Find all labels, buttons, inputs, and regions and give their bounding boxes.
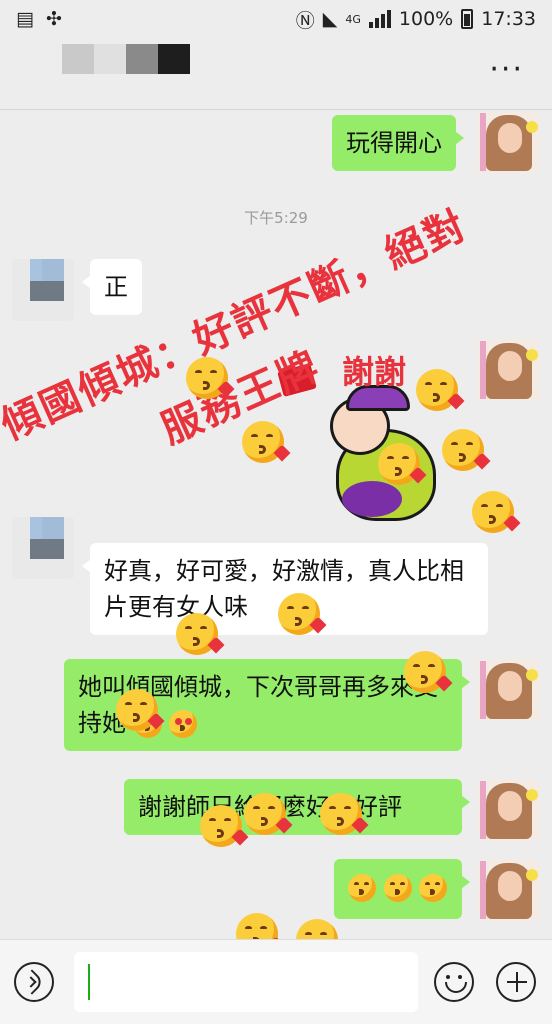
emoji-icon[interactable] [434, 962, 474, 1002]
more-options-icon[interactable]: ··· [489, 55, 524, 85]
my-avatar[interactable] [478, 779, 540, 841]
kissing-heart-emoji-icon [378, 443, 427, 485]
kissing-heart-emoji-icon [296, 919, 338, 939]
battery-icon [461, 9, 474, 29]
pinwheel-icon: ✣ [45, 8, 62, 30]
text-caret [88, 964, 90, 1000]
kissing-face-icon [348, 874, 376, 902]
message-bubble-incoming[interactable]: 正 [82, 259, 142, 315]
my-avatar[interactable] [478, 339, 540, 401]
status-right: Ⓝ ◣ 4G 100% 17:33 [296, 6, 536, 33]
clock: 17:33 [481, 8, 536, 30]
status-left: ▤ ✣ [16, 8, 62, 30]
kissing-heart-emoji-icon [404, 651, 453, 693]
wifi-icon: ◣ [322, 8, 338, 30]
my-avatar[interactable] [478, 659, 540, 721]
message-text: 玩得開心 [346, 129, 442, 157]
kissing-heart-emoji-icon [416, 369, 465, 411]
battery-percent: 100% [398, 8, 454, 30]
chat-title-blurred [62, 44, 190, 74]
contact-avatar[interactable] [12, 259, 74, 321]
kissing-heart-emoji-icon [278, 593, 327, 635]
kissing-heart-emoji-icon [472, 491, 521, 533]
signal-icon [368, 10, 391, 28]
network-type: 4G [345, 12, 361, 26]
my-avatar[interactable] [478, 111, 540, 173]
kissing-heart-emoji-icon [442, 429, 491, 471]
chat-header: ··· [0, 38, 552, 110]
heart-eyes-emoji-icon [169, 710, 198, 738]
kissing-heart-emoji-icon [242, 421, 291, 463]
kissing-face-icon [383, 874, 412, 902]
message-bubble-outgoing[interactable]: 謝謝師兄給那麼好的好評 [124, 779, 470, 835]
kissing-face-icon [419, 874, 448, 902]
nfc-icon: Ⓝ [295, 9, 315, 32]
input-bar [0, 939, 552, 1024]
kissing-heart-emoji-icon [200, 805, 249, 847]
message-bubble-outgoing[interactable]: 玩得開心 [332, 115, 464, 171]
message-text: 正 [104, 273, 128, 301]
message-bubble-outgoing[interactable] [334, 859, 470, 919]
plus-icon[interactable] [496, 962, 536, 1002]
kissing-heart-emoji-icon [116, 689, 165, 731]
kissing-heart-emoji-icon [320, 793, 369, 835]
kissing-heart-emoji-icon [236, 913, 285, 939]
kissing-heart-emoji-icon [186, 357, 235, 399]
status-bar: ▤ ✣ Ⓝ ◣ 4G 100% 17:33 [0, 0, 552, 38]
contact-avatar[interactable] [12, 517, 74, 579]
chat-area[interactable]: 玩得開心 下午5:29 正 好真，好可愛，好激情，真人比相片更有女人味 她叫傾國… [0, 111, 552, 939]
kissing-heart-emoji-icon [176, 613, 225, 655]
voice-icon[interactable] [14, 962, 54, 1002]
message-notification-icon: ▤ [16, 8, 34, 30]
message-input[interactable] [74, 952, 418, 1012]
my-avatar[interactable] [478, 859, 540, 921]
chat-timestamp: 下午5:29 [244, 209, 308, 227]
kissing-heart-emoji-icon [244, 793, 293, 835]
overlay-thanks: 謝謝 [342, 353, 407, 391]
